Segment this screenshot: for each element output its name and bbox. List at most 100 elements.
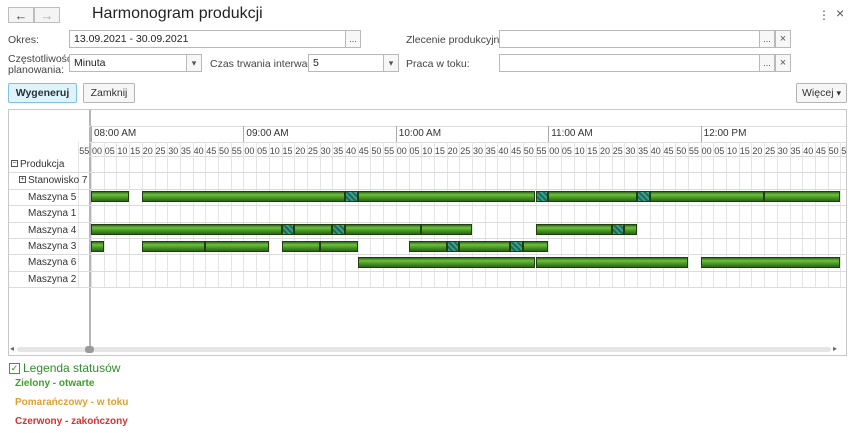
schedule-bar[interactable] (91, 240, 104, 252)
schedule-bar[interactable] (649, 191, 765, 203)
close-icon[interactable]: × (836, 5, 844, 21)
schedule-bar[interactable] (446, 240, 460, 252)
schedule-bar[interactable] (319, 240, 358, 252)
period-select-button[interactable]: ... (345, 30, 361, 48)
scroll-left-icon[interactable]: ◂ (10, 344, 14, 353)
schedule-bar[interactable] (408, 240, 447, 252)
gantt-row-label[interactable]: Stanowisko 7 (28, 175, 87, 186)
collapse-icon[interactable]: − (11, 160, 18, 167)
minute-label: 50 (219, 146, 230, 156)
schedule-bar[interactable] (535, 191, 549, 203)
period-field[interactable]: 13.09.2021 - 30.09.2021 (69, 30, 346, 48)
minute-label: 25 (460, 146, 471, 156)
gantt-row-label[interactable]: Maszyna 6 (28, 257, 76, 268)
minute-label: 55 (841, 146, 847, 156)
okres-label: Okres: (8, 34, 39, 46)
minute-label: 05 (104, 146, 115, 156)
gantt-grid-line (332, 142, 334, 288)
gantt-grid-line (141, 142, 143, 288)
gantt-row-line (9, 238, 846, 239)
gantt-row-label[interactable]: Produkcja (20, 159, 64, 170)
minute-label: 25 (155, 146, 166, 156)
schedule-bar[interactable] (535, 256, 688, 268)
more-button[interactable]: Więcej ▾ (796, 83, 847, 103)
gantt-row-line (9, 270, 846, 272)
schedule-bar[interactable] (611, 224, 625, 236)
interval-dropdown-button[interactable]: ▾ (383, 54, 399, 72)
schedule-bar[interactable] (459, 240, 511, 252)
schedule-bar[interactable] (294, 224, 333, 236)
gantt-row-label[interactable]: Maszyna 5 (28, 192, 76, 203)
minute-label: 10 (117, 146, 128, 156)
minute-label: 25 (307, 146, 318, 156)
close-button[interactable]: Zamknij (83, 83, 135, 103)
minute-label: 35 (638, 146, 649, 156)
expand-icon[interactable]: + (19, 176, 26, 184)
schedule-bar[interactable] (205, 240, 269, 252)
schedule-bar[interactable] (91, 191, 130, 203)
schedule-bar[interactable] (357, 256, 536, 268)
minute-label: 30 (473, 146, 484, 156)
legend-toggle-checkbox[interactable]: ✓ (9, 363, 20, 374)
interval-select[interactable]: 5 (308, 54, 384, 72)
generate-button[interactable]: Wygeneruj (8, 83, 77, 103)
schedule-bar[interactable] (91, 224, 282, 236)
gantt-grid-line (294, 142, 296, 288)
work-in-progress-select-button[interactable]: ... (759, 54, 775, 72)
schedule-bar[interactable] (535, 224, 612, 236)
production-order-clear-button[interactable]: × (775, 30, 791, 48)
schedule-bar[interactable] (522, 240, 549, 252)
schedule-bar[interactable] (345, 224, 422, 236)
gantt-chart[interactable]: 55 00 05 10 15 20 25 30 35 40 45 50 55 00 05 10 15 20 25 30… (8, 109, 847, 356)
gantt-row-label[interactable]: Maszyna 3 (28, 241, 76, 252)
work-in-progress-field[interactable] (499, 54, 760, 72)
schedule-bar[interactable] (764, 191, 841, 203)
schedule-bar[interactable] (281, 224, 295, 236)
schedule-bar[interactable] (700, 256, 841, 268)
production-order-select-button[interactable]: ... (759, 30, 775, 48)
gantt-hour-line (395, 126, 397, 142)
schedule-bar[interactable] (141, 191, 345, 203)
frequency-select[interactable]: Minuta (69, 54, 187, 72)
gantt-header-line (89, 126, 846, 127)
gantt-grid-line (91, 142, 92, 288)
minute-label: 15 (130, 146, 141, 156)
schedule-bar[interactable] (421, 224, 472, 236)
gantt-grid-line (103, 142, 105, 288)
schedule-bar[interactable] (637, 191, 650, 203)
gantt-grid-line (281, 142, 283, 288)
gantt-hour-line (91, 126, 92, 142)
gantt-row-label[interactable]: Maszyna 1 (28, 208, 76, 219)
forward-button[interactable]: → (34, 7, 60, 23)
frequency-dropdown-button[interactable]: ▾ (186, 54, 202, 72)
frequency-label: Częstotliwość planowania: (8, 54, 72, 76)
scrollbar-thumb[interactable] (85, 346, 94, 353)
scroll-right-icon[interactable]: ▸ (833, 344, 837, 353)
schedule-bar[interactable] (624, 224, 638, 236)
schedule-bar[interactable] (357, 191, 536, 203)
minute-label: 05 (561, 146, 572, 156)
horizontal-scrollbar[interactable] (17, 347, 831, 352)
production-order-field[interactable] (499, 30, 760, 48)
schedule-bar[interactable] (510, 240, 523, 252)
schedule-bar[interactable] (345, 191, 358, 203)
minute-label: 35 (790, 146, 801, 156)
minute-label: 25 (612, 146, 623, 156)
gantt-row-label[interactable]: Maszyna 4 (28, 225, 76, 236)
page-title: Harmonogram produkcji (92, 5, 263, 22)
gantt-grid-line (306, 142, 308, 288)
minute-label: 10 (422, 146, 433, 156)
schedule-bar[interactable] (332, 224, 345, 236)
more-menu-icon[interactable]: ⋮ (818, 8, 830, 22)
schedule-bar[interactable] (548, 191, 638, 203)
work-in-progress-clear-button[interactable]: × (775, 54, 791, 72)
schedule-bar[interactable] (281, 240, 320, 252)
minute-label: 20 (752, 146, 763, 156)
gantt-row-label[interactable]: Maszyna 2 (28, 274, 76, 285)
gantt-row-line (9, 188, 846, 190)
schedule-bar[interactable] (141, 240, 206, 252)
back-button[interactable]: ← (8, 7, 34, 23)
minute-label: 45 (663, 146, 674, 156)
legend-title[interactable]: Legenda statusów (23, 361, 120, 375)
minute-label: 15 (434, 146, 445, 156)
